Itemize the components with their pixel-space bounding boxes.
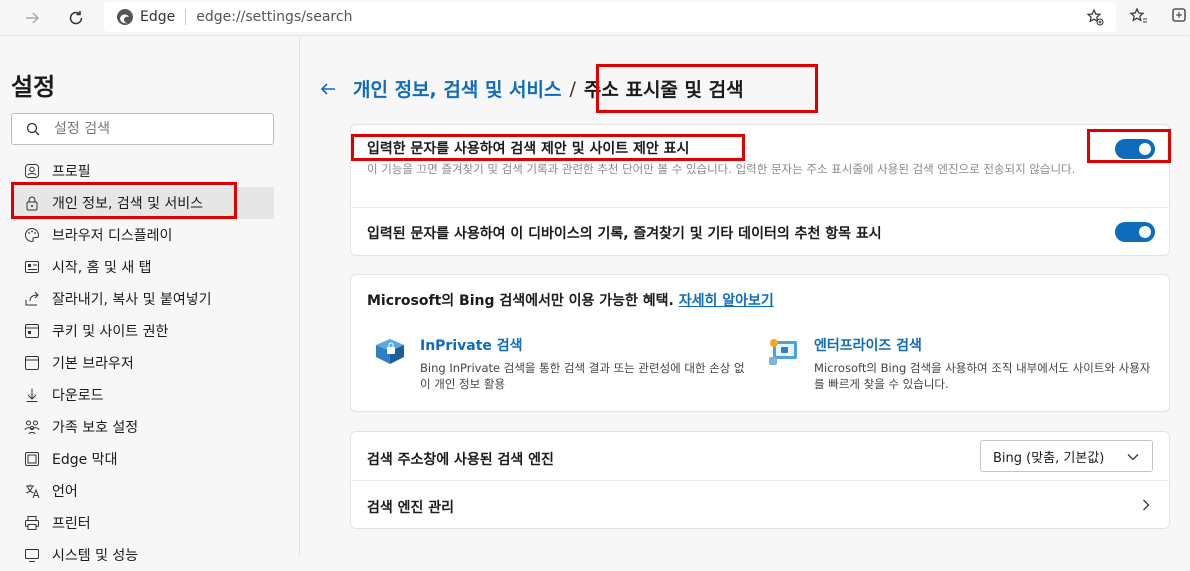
refresh-icon[interactable] xyxy=(62,4,90,32)
back-arrow-icon[interactable] xyxy=(319,78,341,100)
sidebar-item-label: 잘라내기, 복사 및 붙여넣기 xyxy=(52,292,212,308)
search-suggestions-toggle[interactable] xyxy=(1115,139,1155,159)
inprivate-desc: Bing InPrivate 검색을 통한 검색 결과 또는 관련성에 대한 손… xyxy=(420,361,745,391)
local-suggestions-toggle[interactable] xyxy=(1115,222,1155,242)
enterprise-desc: Microsoft의 Bing 검색을 사용하여 조직 내부에서도 사이트와 사… xyxy=(814,361,1151,391)
share-icon xyxy=(23,290,41,308)
sidebar-item-label: 쿠키 및 사이트 권한 xyxy=(52,324,169,340)
chevron-down-icon xyxy=(1126,450,1140,468)
cookie-icon xyxy=(23,322,41,340)
family-icon xyxy=(23,418,41,436)
profile-icon xyxy=(23,162,41,180)
sidebar-item-downloads[interactable]: 다운로드 xyxy=(11,379,274,411)
edge-bar-icon xyxy=(23,450,41,468)
breadcrumb-separator: / xyxy=(569,77,576,100)
enterprise-search-icon xyxy=(767,335,803,371)
language-icon xyxy=(23,482,41,500)
url-text[interactable]: edge://settings/search xyxy=(196,9,352,25)
search-suggestions-row: 입력한 문자를 사용하여 검색 제안 및 사이트 제안 표시 이 기능을 끄면 … xyxy=(367,138,1107,177)
forward-icon[interactable] xyxy=(18,4,46,32)
search-icon xyxy=(26,122,40,136)
address-divider xyxy=(185,9,187,25)
home-tab-icon xyxy=(23,258,41,276)
add-favorite-icon[interactable] xyxy=(1086,8,1104,30)
browser-toolbar: Edge edge://settings/search xyxy=(0,0,1190,36)
settings-search-input[interactable] xyxy=(54,121,254,137)
manage-engines-label: 검색 엔진 관리 xyxy=(367,500,455,516)
sidebar-item-printers[interactable]: 프린터 xyxy=(11,507,274,539)
inprivate-feature: InPrivate 검색 Bing InPrivate 검색을 통한 검색 결과… xyxy=(420,335,750,392)
sidebar-item-family[interactable]: 가족 보호 설정 xyxy=(11,411,274,443)
download-icon xyxy=(23,386,41,404)
lock-icon xyxy=(23,194,41,212)
sidebar-item-cookies[interactable]: 쿠키 및 사이트 권한 xyxy=(11,315,274,347)
system-icon xyxy=(23,546,41,564)
learn-more-link[interactable]: 자세히 알아보기 xyxy=(679,293,774,309)
sidebar-item-label: 언어 xyxy=(52,484,78,500)
settings-search-box[interactable] xyxy=(11,113,274,145)
chevron-right-icon xyxy=(1139,497,1153,516)
search-engine-value: Bing (맞춤, 기본값) xyxy=(993,450,1105,466)
sidebar-item-label: 프린터 xyxy=(52,516,91,532)
bing-benefits-intro: Microsoft의 Bing 검색에서만 이용 가능한 혜택. xyxy=(367,293,674,309)
sidebar-item-label: 개인 정보, 검색 및 서비스 xyxy=(52,196,204,212)
palette-icon xyxy=(23,226,41,244)
sidebar-item-label: Edge 막대 xyxy=(52,452,118,468)
search-suggestions-desc: 이 기능을 끄면 즐겨찾기 및 검색 기록과 관련한 추천 단어만 볼 수 있습… xyxy=(367,162,1076,176)
browser-icon xyxy=(23,354,41,372)
suggestions-card: 입력한 문자를 사용하여 검색 제안 및 사이트 제안 표시 이 기능을 끄면 … xyxy=(350,124,1170,256)
sidebar-item-label: 시작, 홈 및 새 탭 xyxy=(52,260,152,276)
settings-sidebar: 설정 프로필 개인 정보, 검색 및 서비스 브라우저 디스플레이 시작, 홈 … xyxy=(0,37,300,564)
bing-benefits-card: Microsoft의 Bing 검색에서만 이용 가능한 혜택. 자세히 알아보… xyxy=(350,274,1170,412)
search-suggestions-title: 입력한 문자를 사용하여 검색 제안 및 사이트 제안 표시 xyxy=(367,141,690,157)
sidebar-item-label: 프로필 xyxy=(52,164,91,180)
sidebar-item-profile[interactable]: 프로필 xyxy=(11,155,274,187)
sidebar-item-label: 다운로드 xyxy=(52,388,104,404)
sidebar-item-system[interactable]: 시스템 및 성능 xyxy=(11,539,274,571)
sidebar-item-edge-bar[interactable]: Edge 막대 xyxy=(11,443,274,475)
sidebar-item-start-home[interactable]: 시작, 홈 및 새 탭 xyxy=(11,251,274,283)
sidebar-item-label: 브라우저 디스플레이 xyxy=(52,228,173,244)
browser-brand: Edge xyxy=(140,9,176,25)
search-engine-label: 검색 주소창에 사용된 검색 엔진 xyxy=(367,452,554,468)
collections-icon[interactable] xyxy=(1170,6,1190,30)
printer-icon xyxy=(23,514,41,532)
breadcrumb-parent-link[interactable]: 개인 정보, 검색 및 서비스 xyxy=(353,75,561,102)
bing-benefits-intro-row: Microsoft의 Bing 검색에서만 이용 가능한 혜택. 자세히 알아보… xyxy=(367,290,774,310)
sidebar-item-share[interactable]: 잘라내기, 복사 및 붙여넣기 xyxy=(11,283,274,315)
sidebar-item-languages[interactable]: 언어 xyxy=(11,475,274,507)
enterprise-title: 엔터프라이즈 검색 xyxy=(814,338,922,354)
enterprise-feature: 엔터프라이즈 검색 Microsoft의 Bing 검색을 사용하여 조직 내부… xyxy=(814,335,1159,392)
inprivate-search-icon xyxy=(373,335,409,371)
edge-logo-icon xyxy=(116,8,134,26)
settings-title: 설정 xyxy=(11,73,56,101)
search-engine-card: 검색 주소창에 사용된 검색 엔진 Bing (맞춤, 기본값) 검색 엔진 관… xyxy=(350,431,1170,529)
sidebar-item-label: 가족 보호 설정 xyxy=(52,420,139,436)
settings-main: 개인 정보, 검색 및 서비스 / 주소 표시줄 및 검색 입력한 문자를 사용… xyxy=(301,37,1190,556)
favorites-icon[interactable] xyxy=(1128,6,1148,30)
row-divider xyxy=(351,207,1169,208)
page-title: 주소 표시줄 및 검색 xyxy=(583,79,744,101)
inprivate-title: InPrivate 검색 xyxy=(420,338,523,354)
sidebar-item-label: 시스템 및 성능 xyxy=(52,548,139,564)
manage-engines-row[interactable]: 검색 엔진 관리 xyxy=(351,481,1169,529)
sidebar-item-appearance[interactable]: 브라우저 디스플레이 xyxy=(11,219,274,251)
sidebar-item-default-browser[interactable]: 기본 브라우저 xyxy=(11,347,274,379)
sidebar-item-label: 기본 브라우저 xyxy=(52,356,134,372)
sidebar-nav: 프로필 개인 정보, 검색 및 서비스 브라우저 디스플레이 시작, 홈 및 새… xyxy=(11,155,274,571)
local-suggestions-title: 입력된 문자를 사용하여 이 디바이스의 기록, 즐겨찾기 및 기타 데이터의 … xyxy=(367,226,882,242)
address-bar[interactable]: Edge edge://settings/search xyxy=(104,2,1116,32)
sidebar-item-privacy[interactable]: 개인 정보, 검색 및 서비스 xyxy=(11,187,274,219)
search-engine-dropdown[interactable]: Bing (맞춤, 기본값) xyxy=(980,440,1153,472)
page-header: 개인 정보, 검색 및 서비스 / 주소 표시줄 및 검색 xyxy=(319,75,744,102)
